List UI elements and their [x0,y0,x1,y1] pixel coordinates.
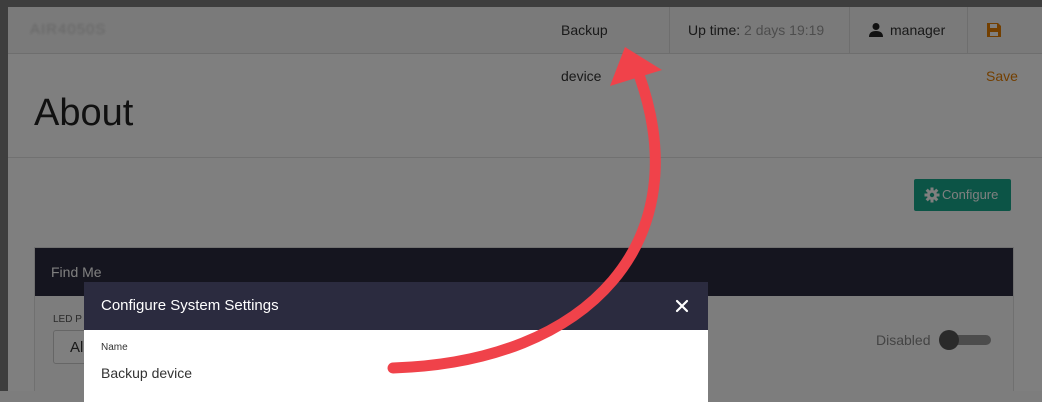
annotation-arrow [387,47,662,374]
